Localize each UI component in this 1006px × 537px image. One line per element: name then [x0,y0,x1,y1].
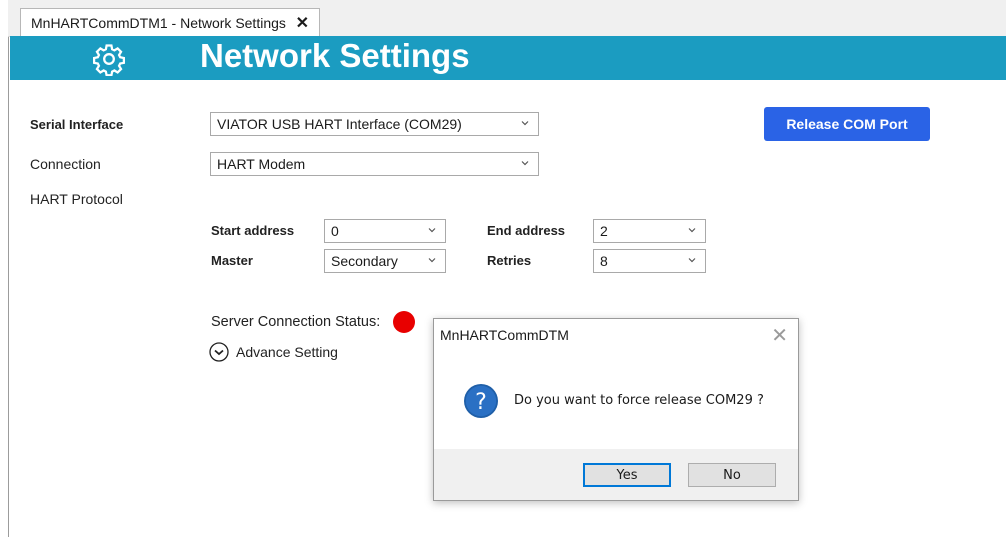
tab-title: MnHARTCommDTM1 - Network Settings [31,14,286,31]
master-value: Secondary [331,253,398,269]
page-title: Network Settings [200,37,470,74]
question-icon: ? [464,384,498,418]
server-connection-status-label: Server Connection Status: [211,314,381,330]
start-address-select[interactable]: 0 [324,219,446,243]
chevron-down-icon [521,161,529,166]
retries-label: Retries [487,253,532,268]
start-address-label: Start address [211,223,295,238]
confirm-dialog: MnHARTCommDTM ✕ ? Do you want to force r… [433,318,799,501]
master-select[interactable]: Secondary [324,249,446,273]
advance-setting-link[interactable]: Advance Setting [236,344,338,360]
serial-interface-value: VIATOR USB HART Interface (COM29) [217,116,462,132]
serial-interface-select[interactable]: VIATOR USB HART Interface (COM29) [210,112,539,136]
gear-icon [92,44,126,76]
master-label: Master [211,253,253,268]
chevron-circle-down-icon[interactable] [209,342,229,362]
chevron-down-icon [521,121,529,126]
serial-interface-label: Serial Interface [30,117,124,132]
tab-strip: MnHARTCommDTM1 - Network Settings ✕ [8,0,1006,37]
status-indicator [393,311,415,333]
retries-select[interactable]: 8 [593,249,706,273]
no-button[interactable]: No [688,463,776,487]
end-address-select[interactable]: 2 [593,219,706,243]
chevron-down-icon [428,258,436,263]
retries-value: 8 [600,253,608,269]
start-address-value: 0 [331,223,339,239]
connection-label: Connection [30,156,101,172]
svg-text:?: ? [475,390,487,415]
dialog-title: MnHARTCommDTM [440,327,569,343]
tab-network-settings[interactable]: MnHARTCommDTM1 - Network Settings ✕ [20,8,320,36]
end-address-value: 2 [600,223,608,239]
chevron-down-icon [428,228,436,233]
connection-value: HART Modem [217,156,306,172]
dialog-footer: Yes No [434,449,798,500]
dialog-close-icon[interactable]: ✕ [771,323,788,348]
header-banner: Network Settings [10,36,1006,80]
end-address-label: End address [487,223,566,238]
chevron-down-icon [688,258,696,263]
tab-close-icon[interactable]: ✕ [296,13,309,33]
release-com-port-button[interactable]: Release COM Port [764,107,930,141]
connection-select[interactable]: HART Modem [210,152,539,176]
chevron-down-icon [688,228,696,233]
yes-button[interactable]: Yes [583,463,671,487]
dialog-message: Do you want to force release COM29 ? [514,393,764,408]
hart-protocol-label: HART Protocol [30,191,123,207]
